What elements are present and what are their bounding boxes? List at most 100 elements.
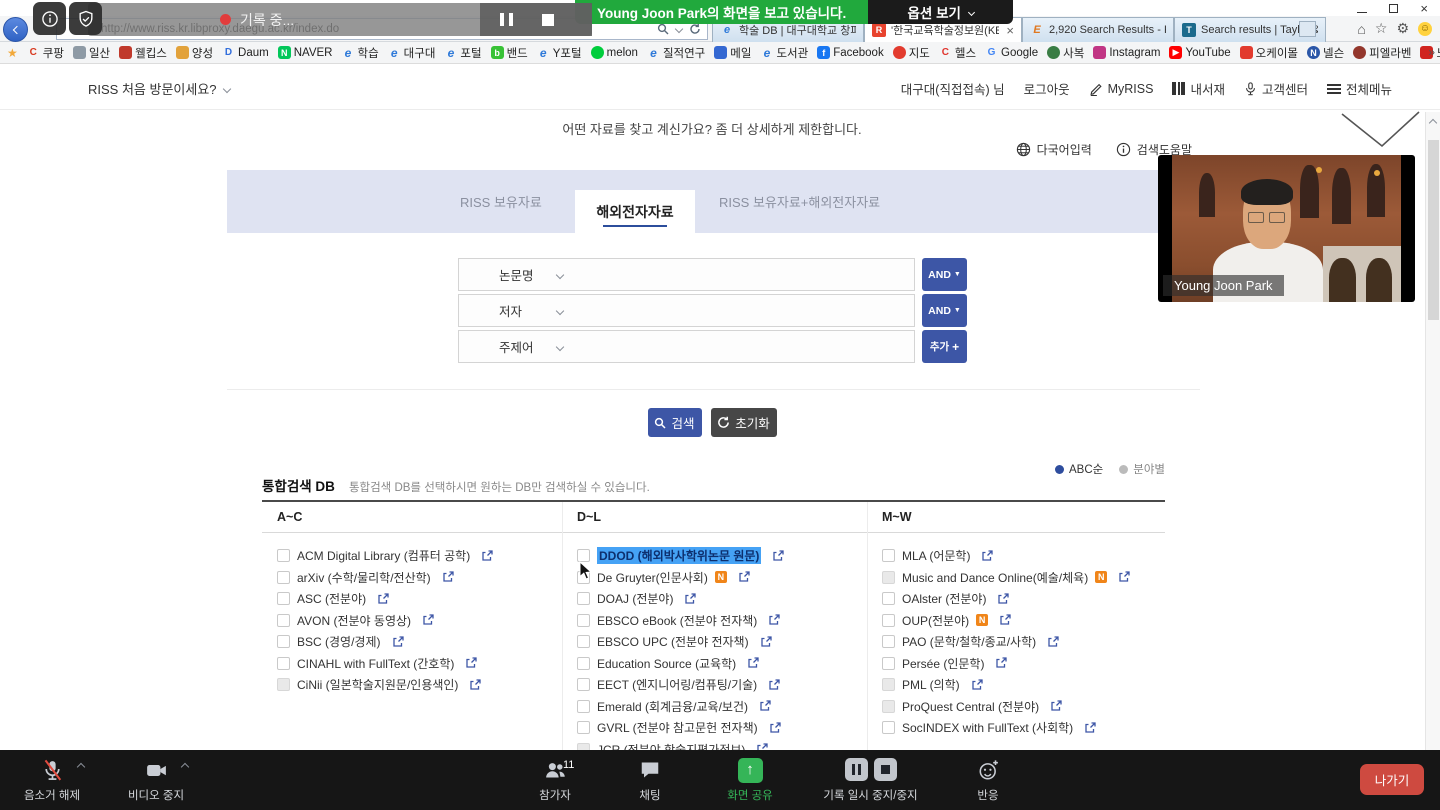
mute-options-chevron-icon[interactable] xyxy=(77,763,85,771)
db-label[interactable]: Education Source (교육학) xyxy=(597,655,736,672)
bookmark-item[interactable]: 메일 xyxy=(714,45,751,61)
reactions-button[interactable]: 반응 xyxy=(950,750,1026,810)
webcam-overlay[interactable]: Young Joon Park xyxy=(1158,155,1415,302)
bookmark-item[interactable]: e포털 xyxy=(444,45,481,61)
db-label[interactable]: ACM Digital Library (컴퓨터 공학) xyxy=(297,547,470,564)
bookmark-item[interactable]: Instagram xyxy=(1093,46,1160,59)
bookmark-item[interactable]: e학습 xyxy=(342,45,379,61)
search-button[interactable]: 검색 xyxy=(648,408,702,437)
bookmark-item[interactable]: 웰킵스 xyxy=(119,45,167,61)
field-select-subject[interactable]: 주제어 xyxy=(499,337,549,356)
bookmark-item[interactable]: 지도 xyxy=(893,45,930,61)
db-checkbox[interactable] xyxy=(277,635,290,648)
favorites-star-icon[interactable]: ☆ xyxy=(1375,20,1388,37)
view-options-button[interactable]: 옵션 보기 xyxy=(868,0,1013,24)
db-checkbox[interactable] xyxy=(882,657,895,670)
db-checkbox[interactable] xyxy=(882,549,895,562)
external-link-icon[interactable] xyxy=(377,593,389,605)
bookmark-item[interactable]: DDaum xyxy=(222,46,269,59)
stop-recording-icon[interactable] xyxy=(874,758,897,781)
db-checkbox[interactable] xyxy=(577,614,590,627)
bookmark-item[interactable]: NNAVER xyxy=(278,46,333,59)
pause-recording-icon[interactable] xyxy=(845,758,868,781)
db-label[interactable]: CINAHL with FullText (간호학) xyxy=(297,655,454,672)
browser-tab[interactable]: E2,920 Search Results - Keywo... xyxy=(1022,17,1174,42)
logout-link[interactable]: 로그아웃 xyxy=(1024,79,1070,98)
security-overlay-button[interactable] xyxy=(69,2,102,35)
refresh-icon[interactable] xyxy=(689,23,701,35)
new-tab-button[interactable] xyxy=(1299,21,1316,37)
external-link-icon[interactable] xyxy=(772,550,784,562)
bookmark-item[interactable]: e질적연구 xyxy=(647,45,705,61)
external-link-icon[interactable] xyxy=(684,593,696,605)
db-label[interactable]: EECT (엔지니어링/컴퓨팅/기술) xyxy=(597,676,757,693)
mute-button[interactable]: 음소거 해제 xyxy=(4,750,100,810)
bookmark-item[interactable]: e도서관 xyxy=(760,45,808,61)
db-checkbox[interactable] xyxy=(277,614,290,627)
bookmark-item[interactable]: melon xyxy=(591,46,638,59)
db-label[interactable]: Persée (인문학) xyxy=(902,655,984,672)
external-link-icon[interactable] xyxy=(747,657,759,669)
db-checkbox[interactable] xyxy=(277,571,290,584)
db-label[interactable]: arXiv (수학/물리학/전산학) xyxy=(297,569,431,586)
db-checkbox[interactable] xyxy=(277,657,290,670)
info-overlay-button[interactable] xyxy=(33,2,66,35)
bookmark-item[interactable]: C쿠팡 xyxy=(27,45,64,61)
db-checkbox[interactable] xyxy=(277,592,290,605)
external-link-icon[interactable] xyxy=(1118,571,1130,583)
search-icon[interactable] xyxy=(657,23,669,35)
external-link-icon[interactable] xyxy=(1084,722,1096,734)
external-link-icon[interactable] xyxy=(999,614,1011,626)
external-link-icon[interactable] xyxy=(769,722,781,734)
db-label[interactable]: ASC (전분야) xyxy=(297,590,366,607)
sort-field-radio[interactable]: 분야별 xyxy=(1119,461,1165,477)
bookmark-item[interactable]: eY포털 xyxy=(537,45,582,61)
db-label[interactable]: Emerald (회계금융/교육/보건) xyxy=(597,698,748,715)
external-link-icon[interactable] xyxy=(768,679,780,691)
db-label[interactable]: OUP(전분야) xyxy=(902,612,969,629)
service-center-link[interactable]: 고객센터 xyxy=(1244,79,1308,98)
share-screen-button[interactable]: ↑ 화면 공유 xyxy=(705,750,795,810)
chat-button[interactable]: 채팅 xyxy=(615,750,685,810)
search-field-row-2[interactable]: 저자 xyxy=(458,294,915,327)
bookmark-item[interactable]: 양성 xyxy=(176,45,213,61)
db-label[interactable]: SocINDEX with FullText (사회학) xyxy=(902,719,1073,736)
tab-overseas-electronic[interactable]: 해외전자자료 xyxy=(575,190,695,233)
db-label[interactable]: ProQuest Central (전분야) xyxy=(902,698,1039,715)
sort-abc-radio[interactable]: ABC순 xyxy=(1055,461,1103,477)
db-checkbox[interactable] xyxy=(882,571,895,584)
bookmark-item[interactable]: 피엘라벤 xyxy=(1353,45,1411,61)
external-link-icon[interactable] xyxy=(995,657,1007,669)
db-checkbox[interactable] xyxy=(577,700,590,713)
db-label[interactable]: BSC (경영/경제) xyxy=(297,633,381,650)
add-row-button[interactable]: 추가+ xyxy=(922,330,967,363)
field-select-author[interactable]: 저자 xyxy=(499,301,549,320)
external-link-icon[interactable] xyxy=(738,571,750,583)
db-checkbox[interactable] xyxy=(577,678,590,691)
external-link-icon[interactable] xyxy=(469,679,481,691)
external-link-icon[interactable] xyxy=(760,636,772,648)
db-checkbox[interactable] xyxy=(577,592,590,605)
participants-button[interactable]: 11 참가자 xyxy=(515,750,595,810)
bookmarks-overflow-chevron[interactable]: » xyxy=(1428,45,1435,59)
external-link-icon[interactable] xyxy=(971,679,983,691)
search-field-row-3[interactable]: 주제어 xyxy=(458,330,915,363)
leave-button[interactable]: 나가기 xyxy=(1360,764,1424,795)
bookmark-item[interactable]: GGoogle xyxy=(985,46,1038,59)
db-checkbox[interactable] xyxy=(882,592,895,605)
library-link[interactable]: 내서재 xyxy=(1172,79,1225,98)
external-link-icon[interactable] xyxy=(768,614,780,626)
window-minimize-icon[interactable] xyxy=(1357,4,1367,13)
db-label[interactable]: PAO (문학/철학/종교/사학) xyxy=(902,633,1036,650)
db-label[interactable]: AVON (전분야 동영상) xyxy=(297,612,411,629)
external-link-icon[interactable] xyxy=(759,700,771,712)
db-label[interactable]: PML (의학) xyxy=(902,676,960,693)
external-link-icon[interactable] xyxy=(481,550,493,562)
db-checkbox[interactable] xyxy=(882,700,895,713)
window-restore-icon[interactable] xyxy=(1389,4,1398,13)
db-checkbox[interactable] xyxy=(882,678,895,691)
db-checkbox[interactable] xyxy=(882,635,895,648)
all-menu-link[interactable]: 전체메뉴 xyxy=(1327,79,1392,98)
bookmark-item[interactable]: 오케이몰 xyxy=(1240,45,1298,61)
reset-button[interactable]: 초기화 xyxy=(711,408,777,437)
